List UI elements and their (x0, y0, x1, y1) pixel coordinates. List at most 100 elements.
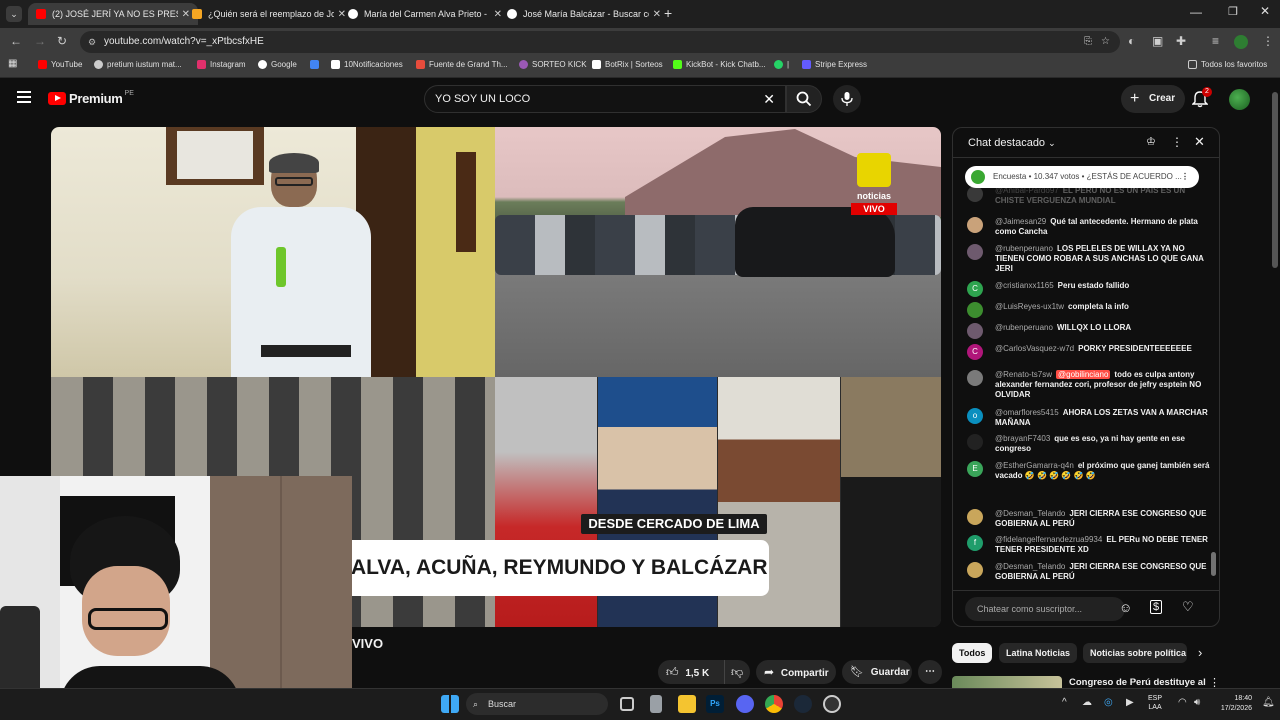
language-indicator[interactable]: ESP LAA (1148, 694, 1162, 712)
bookmark-extension[interactable] (310, 60, 323, 69)
windows-start-icon[interactable] (441, 695, 459, 713)
chip-todos[interactable]: Todos (952, 643, 993, 663)
close-chat-icon[interactable]: ✕ (1194, 134, 1205, 150)
voice-search-button[interactable] (833, 85, 861, 113)
bookmark-youtube[interactable]: YouTube (38, 60, 82, 69)
guide-menu-icon[interactable] (17, 91, 31, 103)
chat-avatar[interactable] (967, 302, 983, 318)
bookmark-whatsapp[interactable]: | (774, 60, 789, 69)
extension-icon[interactable]: ▣ (1152, 34, 1163, 48)
share-button[interactable]: ➦ Compartir (756, 660, 836, 684)
chat-author[interactable]: @CarlosVasquez-w7d (995, 344, 1074, 353)
search-button[interactable] (786, 85, 822, 113)
chat-avatar[interactable]: E (967, 461, 983, 477)
taskbar-search[interactable]: ⌕ Buscar (466, 693, 608, 715)
chat-author[interactable]: @omarflores5415 (995, 408, 1059, 417)
bookmark-pretium[interactable]: pretium iustum mat... (94, 60, 182, 69)
recycle-bin-icon[interactable] (650, 695, 662, 713)
bookmark-sorteo-kick[interactable]: SORTEO KICK (519, 60, 587, 69)
bookmark-stripe[interactable]: Stripe Express (802, 60, 867, 69)
browser-tab-1[interactable]: (2) JOSÉ JERÍ YA NO ES PRESIDE ✕ (28, 3, 198, 25)
extension-icon[interactable]: ◐ (1128, 34, 1135, 48)
chat-avatar[interactable] (967, 509, 983, 525)
discord-icon[interactable] (736, 695, 754, 713)
all-bookmarks-folder[interactable]: Todos los favoritos (1188, 60, 1267, 69)
obs-icon[interactable] (823, 695, 841, 713)
clock[interactable]: 18:40 17/2/2026 (1212, 694, 1252, 714)
steam-icon[interactable] (794, 695, 812, 713)
chat-author[interactable]: @Renato-ts7sw (995, 370, 1052, 379)
bookmark-gta-source[interactable]: Fuente de Grand Th... (416, 60, 508, 69)
clear-search-icon[interactable]: ✕ (763, 86, 775, 112)
tray-app-icon[interactable]: ▶ (1126, 697, 1134, 708)
emoji-icon[interactable]: ☺ (1119, 600, 1132, 615)
chat-author[interactable]: @cristianxx1165 (995, 281, 1054, 290)
chat-menu-icon[interactable]: ⋮ (1171, 135, 1183, 149)
heart-icon[interactable]: ♡ (1182, 599, 1194, 615)
youtube-logo[interactable]: Premium PE (48, 90, 134, 106)
chat-author[interactable]: @brayanF7403 (995, 434, 1050, 443)
tray-app-icon[interactable]: ☁ (1082, 697, 1092, 708)
chrome-icon[interactable] (765, 695, 783, 713)
super-chat-icon[interactable]: $ (1150, 600, 1163, 614)
create-button[interactable]: + Crear (1121, 85, 1185, 113)
site-info-icon[interactable]: ⚙ (88, 31, 96, 53)
chat-avatar[interactable] (967, 562, 983, 578)
chat-author[interactable]: @rubenperuano (995, 244, 1053, 253)
notification-center-icon[interactable]: 🔔︎ (1262, 697, 1275, 708)
reload-icon[interactable]: ↻ (57, 34, 67, 48)
more-actions-button[interactable]: ⋯ (918, 660, 942, 684)
chat-mention[interactable]: @gobilinciano (1056, 370, 1111, 379)
chat-author[interactable]: @Desman_Telando (995, 509, 1065, 518)
related-video-title[interactable]: Congreso de Perú destituye al (1069, 677, 1206, 688)
file-explorer-icon[interactable] (678, 695, 696, 713)
chat-avatar[interactable] (967, 323, 983, 339)
bookmark-10notificaciones[interactable]: 10Notificaciones (331, 60, 403, 69)
like-button[interactable]: 👍︎ 1,5 K (666, 660, 709, 686)
poll-banner[interactable]: Encuesta • 10.347 votos • ¿ESTÁS DE ACUE… (965, 166, 1199, 188)
extensions-puzzle-icon[interactable]: ✚ (1176, 34, 1186, 48)
chat-author[interactable]: @LuisReyes-ux1tw (995, 302, 1064, 311)
chat-avatar[interactable] (967, 186, 983, 202)
browser-tab-3[interactable]: María del Carmen Alva Prieto - ✕ (340, 3, 510, 25)
account-avatar[interactable] (1229, 89, 1250, 110)
poll-menu-icon[interactable]: ⋮ (1181, 166, 1189, 188)
save-button[interactable]: 🔖︎ Guardar (842, 660, 912, 684)
chat-avatar[interactable]: o (967, 408, 983, 424)
task-view-icon[interactable] (620, 697, 634, 711)
chat-author[interactable]: @EstherGamarra-q4n (995, 461, 1074, 470)
browser-tab-4[interactable]: José María Balcázar - Buscar co ✕ (499, 3, 669, 25)
chips-next-icon[interactable]: › (1198, 645, 1202, 660)
new-tab-icon[interactable]: + (664, 5, 672, 21)
chip-politica[interactable]: Noticias sobre política (1083, 643, 1187, 663)
profile-avatar[interactable] (1234, 35, 1248, 49)
dislike-button[interactable]: 👎︎ (724, 660, 743, 684)
chat-avatar[interactable] (967, 217, 983, 233)
bookmark-google[interactable]: Google (258, 60, 297, 69)
chat-avatar[interactable]: C (967, 281, 983, 297)
back-icon[interactable]: ← (10, 34, 22, 48)
chat-author[interactable]: @fidelangelfernandezrua9934 (995, 535, 1102, 544)
chat-input[interactable]: Chatear como suscriptor... (965, 597, 1125, 621)
chat-avatar[interactable] (967, 244, 983, 260)
tray-app-icon[interactable]: ◎ (1104, 697, 1113, 708)
volume-icon[interactable]: 🔊︎ (1194, 697, 1200, 708)
bookmark-botrix[interactable]: BotRix | Sorteos (592, 60, 663, 69)
tray-chevron-icon[interactable]: ^ (1062, 697, 1067, 708)
tab-list-icon[interactable]: ≡ (1212, 34, 1219, 48)
photoshop-icon[interactable]: Ps (706, 695, 724, 713)
install-app-icon[interactable]: ⎘ (1084, 31, 1092, 53)
browser-menu-icon[interactable]: ⋮ (1262, 34, 1274, 48)
chat-mode-dropdown[interactable]: Chat destacado ⌄ (968, 137, 1056, 149)
apps-grid-icon[interactable]: ▦ (8, 58, 17, 69)
chat-author[interactable]: @Jaimesan29 (995, 217, 1046, 226)
browser-tab-2[interactable]: ¿Quién será el reemplazo de Jo ✕ (184, 3, 354, 25)
chat-avatar[interactable]: C (967, 344, 983, 360)
bookmark-instagram[interactable]: Instagram (197, 60, 246, 69)
search-input[interactable]: YO SOY UN LOCO ✕ (424, 85, 786, 113)
bookmark-star-icon[interactable]: ☆ (1101, 31, 1110, 53)
chat-author[interactable]: @rubenperuano (995, 323, 1053, 332)
chat-scrollbar[interactable] (1211, 552, 1216, 576)
chat-avatar[interactable]: f (967, 535, 983, 551)
minimize-window-icon[interactable]: — (1190, 5, 1202, 19)
